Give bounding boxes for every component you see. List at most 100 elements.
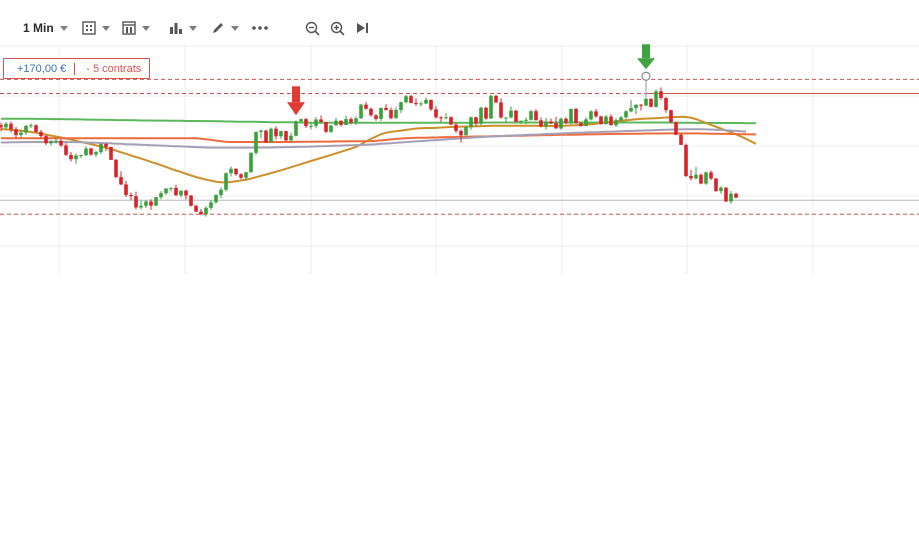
scroll-to-latest-button[interactable] (356, 14, 369, 42)
candle-body (89, 148, 93, 155)
candle-body (109, 146, 113, 160)
timeframe-selector[interactable]: 1 Min (23, 14, 68, 42)
candle-body (284, 131, 288, 141)
candle (389, 107, 393, 120)
candle (649, 98, 653, 108)
chevron-down-icon (59, 25, 68, 31)
candle (414, 98, 418, 107)
candle-body (734, 193, 738, 198)
zoom-in-button[interactable] (330, 14, 345, 42)
candle (569, 108, 573, 125)
candle-body (574, 108, 578, 124)
drawing-tools-button[interactable] (211, 14, 239, 42)
candle-body (459, 130, 463, 136)
candle-body (259, 130, 263, 132)
candle-body (554, 123, 558, 129)
candle-body (24, 125, 28, 133)
candle-body (389, 109, 393, 119)
position-pnl-label[interactable]: +170,00 € - 5 contrats (3, 58, 151, 79)
candle (399, 101, 403, 114)
candle (559, 117, 563, 130)
more-button[interactable] (251, 14, 269, 42)
timeframe-label: 1 Min (23, 21, 54, 35)
chart-template-icon (122, 21, 136, 35)
candle (69, 152, 73, 162)
candle-body (614, 120, 618, 126)
candle-body (164, 188, 168, 194)
candle-body (159, 193, 163, 198)
candle (469, 116, 473, 130)
candle-body (294, 121, 298, 136)
chevron-down-icon (189, 25, 197, 31)
candle-body (314, 119, 318, 126)
candle-body (619, 117, 623, 121)
candle (189, 195, 193, 207)
candle (164, 188, 168, 195)
candle (629, 100, 633, 113)
candle-body (439, 117, 443, 119)
candle-body (79, 155, 83, 157)
candle-body (304, 119, 308, 127)
candle (194, 204, 198, 213)
candle-body (579, 123, 583, 126)
candle-body (144, 201, 148, 206)
indicators-button[interactable] (169, 14, 197, 42)
candle-body (384, 107, 388, 110)
candle (694, 166, 698, 180)
zoom-out-icon (305, 21, 320, 36)
candle-body (114, 159, 118, 178)
candle-body (349, 119, 353, 123)
chart-layout-icon (82, 21, 96, 35)
candle-body (549, 121, 553, 124)
candle (154, 197, 158, 207)
candle (144, 200, 148, 208)
candle-body (19, 132, 23, 136)
candle-body (674, 122, 678, 135)
chevron-down-icon (231, 25, 239, 31)
candle (484, 107, 488, 120)
candle (429, 99, 433, 111)
candle (539, 117, 543, 128)
candle (114, 158, 118, 179)
candle (379, 107, 383, 122)
zoom-out-button[interactable] (305, 14, 320, 42)
candle-body (69, 154, 73, 160)
candle (294, 120, 298, 137)
chart-layout-button[interactable] (82, 14, 110, 42)
candle-body (129, 194, 133, 197)
candle-body (639, 104, 643, 106)
candle-body (694, 174, 698, 179)
candle (44, 135, 48, 146)
candle (124, 180, 128, 197)
candle-body (344, 119, 348, 125)
candle (674, 121, 678, 136)
candle (134, 191, 138, 210)
candle (479, 106, 483, 126)
candle-body (309, 125, 313, 127)
candle (409, 95, 413, 104)
candle (599, 115, 603, 125)
candle-body (119, 177, 123, 185)
candle (139, 200, 143, 210)
candle (589, 110, 593, 121)
candle-body (504, 117, 508, 119)
candle (509, 106, 513, 119)
position-pnl-amount: +170,00 € (17, 62, 67, 75)
candle (109, 146, 113, 161)
candle-body (379, 107, 383, 119)
chart-grid (0, 45, 919, 275)
chart-template-button[interactable] (122, 14, 150, 42)
candle (94, 150, 98, 158)
candle (614, 118, 618, 127)
candle (214, 194, 218, 204)
candle-body (649, 98, 653, 107)
candle (594, 108, 598, 118)
candle-body (414, 102, 418, 104)
candle (329, 125, 333, 134)
candle-body (709, 172, 713, 179)
candle-body (329, 125, 333, 132)
candle-body (604, 116, 608, 125)
candle-body (319, 119, 323, 123)
candle-body (714, 178, 718, 192)
candlestick-chart[interactable] (0, 0, 919, 556)
